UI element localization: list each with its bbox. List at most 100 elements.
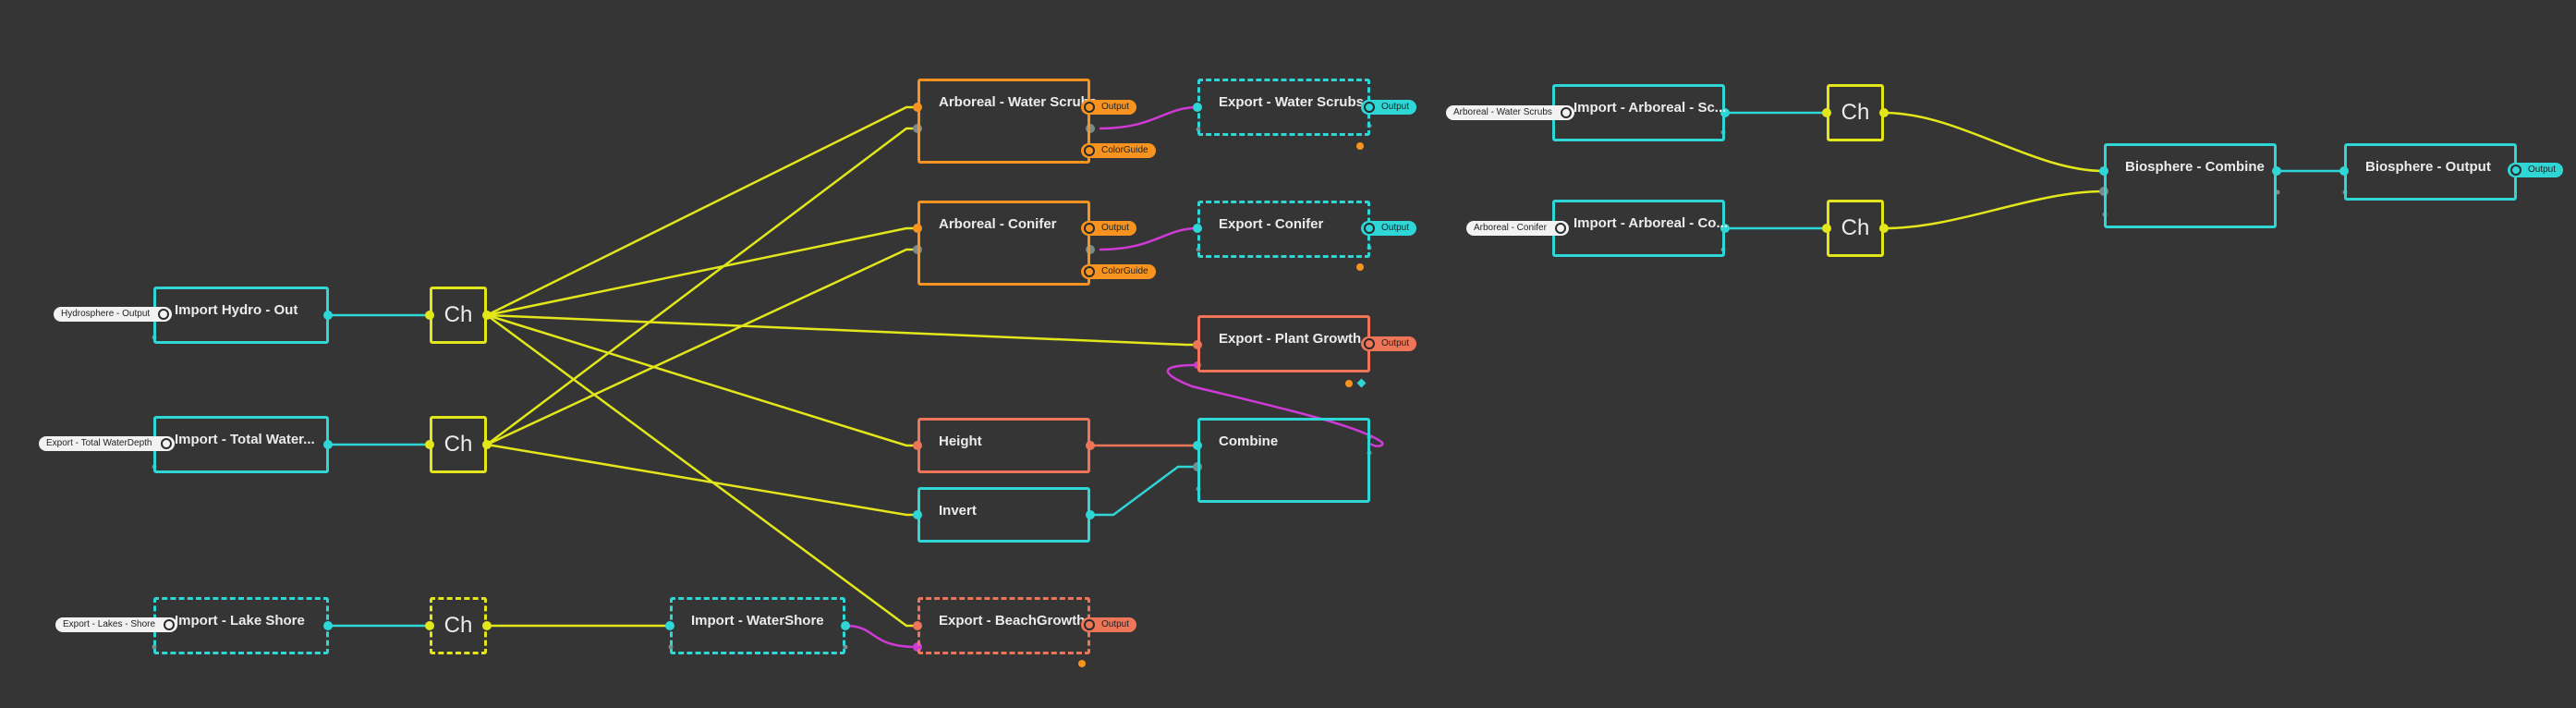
- pin-ring-icon: [164, 619, 176, 630]
- node-title: Import - WaterShore: [691, 613, 824, 629]
- node-title: Ch: [444, 302, 473, 327]
- node-title: Import - Lake Shore: [175, 613, 305, 629]
- node-ch-4[interactable]: Ch: [1827, 84, 1884, 141]
- node-invert[interactable]: Invert: [917, 487, 1090, 543]
- source-pill-label: Export - Total WaterDepth: [46, 438, 152, 448]
- node-import-lake-shore[interactable]: Import - Lake Shore: [153, 597, 329, 654]
- pin-ring-icon: [160, 438, 172, 449]
- source-pill-arboreal-water-scrubs[interactable]: Arboreal - Water Scrubs: [1446, 105, 1574, 120]
- pin-ring-icon: [1554, 223, 1566, 234]
- status-dot: [1345, 380, 1353, 387]
- node-title: Height: [939, 433, 982, 449]
- node-combine[interactable]: Combine: [1197, 418, 1370, 503]
- pin-ring-icon: [1364, 102, 1375, 113]
- node-ch-5[interactable]: Ch: [1827, 200, 1884, 257]
- node-title: Import - Arboreal - Sc...: [1574, 100, 1727, 116]
- output-pill-label: Output: [1101, 619, 1130, 629]
- source-pill-total-waterdepth[interactable]: Export - Total WaterDepth: [39, 436, 175, 451]
- node-arboreal-conifer[interactable]: Arboreal - Conifer: [917, 201, 1090, 286]
- node-export-water-scrubs[interactable]: Export - Water Scrubs: [1197, 79, 1370, 136]
- pin-ring-icon: [1084, 266, 1095, 277]
- node-title: Biosphere - Output: [2365, 159, 2491, 175]
- node-import-arboreal-conifer[interactable]: Import - Arboreal - Co...: [1552, 200, 1728, 257]
- wire: [486, 443, 917, 517]
- node-export-conifer[interactable]: Export - Conifer: [1197, 201, 1370, 258]
- output-pill-label: Output: [2528, 165, 2557, 175]
- pin-ring-icon: [1084, 102, 1095, 113]
- wire: [486, 248, 917, 446]
- output-pill-conifer[interactable]: Output: [1081, 221, 1137, 236]
- pin-ring-icon: [1364, 223, 1375, 234]
- wire: [844, 624, 918, 649]
- node-ch-1[interactable]: Ch: [430, 287, 487, 344]
- node-biosphere-combine[interactable]: Biosphere - Combine: [2104, 143, 2277, 228]
- output-pill-label: Output: [1381, 223, 1410, 233]
- colorguide-pill-label: ColorGuide: [1101, 145, 1148, 155]
- status-dot: [1356, 263, 1364, 271]
- node-title: Ch: [444, 613, 473, 638]
- wire: [1883, 189, 2105, 230]
- source-pill-lakes-shore[interactable]: Export - Lakes - Shore: [55, 617, 178, 632]
- source-pill-arboreal-conifer[interactable]: Arboreal - Conifer: [1466, 221, 1569, 236]
- pin-ring-icon: [1560, 107, 1572, 118]
- node-height[interactable]: Height: [917, 418, 1090, 473]
- pin-ring-icon: [1084, 145, 1095, 156]
- source-pill-label: Export - Lakes - Shore: [63, 619, 156, 629]
- node-ch-2[interactable]: Ch: [430, 416, 487, 473]
- node-biosphere-output[interactable]: Biosphere - Output: [2344, 143, 2517, 201]
- output-pill-label: Output: [1101, 223, 1130, 233]
- output-pill-export-conifer[interactable]: Output: [1361, 221, 1417, 236]
- node-title: Ch: [1841, 100, 1870, 125]
- node-import-arboreal-scrubs[interactable]: Import - Arboreal - Sc...: [1552, 84, 1727, 141]
- node-title: Export - BeachGrowth: [939, 613, 1086, 629]
- wire: [486, 313, 1197, 347]
- source-pill-label: Arboreal - Water Scrubs: [1453, 107, 1552, 117]
- node-title: Import Hydro - Out: [175, 302, 298, 318]
- node-graph-canvas[interactable]: Import Hydro - Out Hydrosphere - Output …: [0, 0, 2576, 708]
- node-title: Combine: [1219, 433, 1279, 449]
- colorguide-pill-water-scrubs[interactable]: ColorGuide: [1081, 143, 1156, 158]
- node-export-plant-growth[interactable]: Export - Plant Growth: [1197, 315, 1370, 372]
- status-dot: [1078, 660, 1086, 667]
- colorguide-pill-conifer[interactable]: ColorGuide: [1081, 264, 1156, 279]
- output-pill-label: Output: [1381, 338, 1410, 348]
- node-title: Biosphere - Combine: [2125, 159, 2265, 175]
- node-import-hydro-out[interactable]: Import Hydro - Out: [153, 287, 329, 344]
- pin-ring-icon: [158, 309, 170, 320]
- wire: [486, 313, 917, 447]
- node-title: Arboreal - Conifer: [939, 216, 1057, 232]
- output-pill-label: Output: [1381, 102, 1410, 112]
- output-pill-plant-growth[interactable]: Output: [1361, 336, 1417, 351]
- node-export-beachgrowth[interactable]: Export - BeachGrowth: [917, 597, 1090, 654]
- node-title: Arboreal - Water Scrubs: [939, 94, 1098, 110]
- node-title: Export - Water Scrubs: [1219, 94, 1364, 110]
- wire: [486, 226, 917, 317]
- output-pill-water-scrubs[interactable]: Output: [1081, 100, 1137, 115]
- output-pill-beachgrowth[interactable]: Output: [1081, 617, 1137, 632]
- node-import-total-water[interactable]: Import - Total Water...: [153, 416, 329, 473]
- source-pill-label: Arboreal - Conifer: [1474, 223, 1547, 233]
- output-pill-biosphere[interactable]: Output: [2508, 163, 2564, 177]
- node-title: Import - Arboreal - Co...: [1574, 215, 1728, 231]
- node-ch-3[interactable]: Ch: [430, 597, 487, 654]
- node-title: Ch: [444, 432, 473, 457]
- node-title: Invert: [939, 503, 977, 519]
- node-import-watershore[interactable]: Import - WaterShore: [670, 597, 845, 654]
- wire: [486, 313, 917, 628]
- wire: [486, 105, 917, 317]
- source-pill-hydrosphere-output[interactable]: Hydrosphere - Output: [54, 307, 173, 322]
- pin-ring-icon: [1364, 338, 1375, 349]
- colorguide-pill-label: ColorGuide: [1101, 266, 1148, 276]
- node-arboreal-water-scrubs[interactable]: Arboreal - Water Scrubs: [917, 79, 1097, 164]
- status-dot: [1356, 142, 1364, 150]
- wire: [1883, 111, 2105, 173]
- node-title: Export - Plant Growth: [1219, 331, 1362, 347]
- output-pill-label: Output: [1101, 102, 1130, 112]
- source-pill-label: Hydrosphere - Output: [61, 309, 151, 319]
- pin-ring-icon: [2510, 165, 2521, 176]
- node-title: Import - Total Water...: [175, 432, 315, 447]
- pin-ring-icon: [1084, 223, 1095, 234]
- pin-ring-icon: [1084, 619, 1095, 630]
- wire: [1090, 465, 1197, 517]
- output-pill-export-water-scrubs[interactable]: Output: [1361, 100, 1417, 115]
